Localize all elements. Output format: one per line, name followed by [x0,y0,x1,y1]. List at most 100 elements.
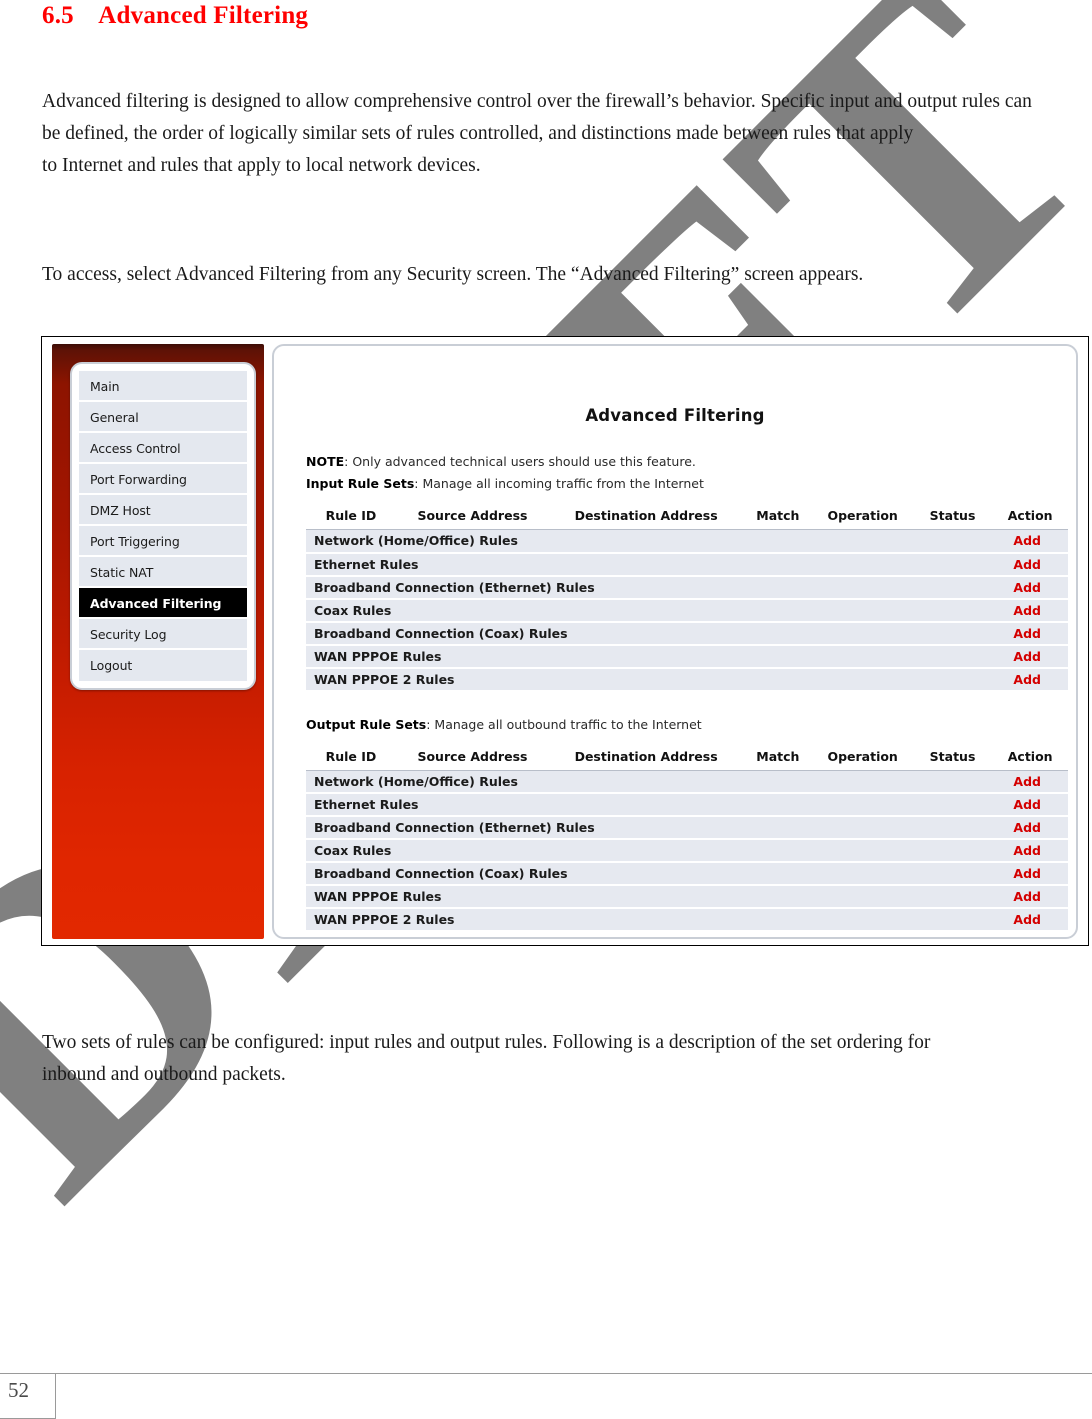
add-cell[interactable]: Add [992,667,1068,692]
paragraph-intro-body-cont: to Internet and rules that apply to loca… [42,155,481,176]
input-section-label: Input Rule Sets [306,476,415,491]
paragraph-rulesets: Two sets of rules can be configured: inp… [42,1027,972,1091]
column-header-source-address: Source Address [395,743,550,771]
paragraph-intro: Advanced filtering is designed to allow … [42,86,1032,182]
sidebar-item-label: Main [90,379,120,394]
output-section-label: Output Rule Sets [306,716,427,732]
add-cell[interactable]: Add [992,770,1068,794]
input-section-text: : Manage all incoming traffic from the I… [414,476,704,491]
add-link[interactable]: Add [1013,820,1041,835]
sidebar-item-advanced-filtering[interactable]: Advanced Filtering [79,588,247,619]
add-link[interactable]: Add [1013,626,1041,641]
footer-divider [56,1373,1092,1374]
sidebar-rail: Main General Access Control Port Forward… [52,344,264,939]
column-header-action: Action [992,743,1068,771]
add-link[interactable]: Add [1013,580,1041,595]
table-row: Network (Home/Office) Rules Add [306,770,1068,794]
table-header-row: Rule ID Source Address Destination Addre… [306,503,1068,530]
input-rule-sets-table: Rule ID Source Address Destination Addre… [306,503,1068,692]
rule-set-name: Network (Home/Office) Rules [306,770,993,794]
add-cell[interactable]: Add [992,862,1068,886]
add-link[interactable]: Add [1013,866,1041,881]
add-link[interactable]: Add [1013,649,1041,664]
rule-set-name: Ethernet Rules [306,552,993,577]
add-link[interactable]: Add [1013,774,1041,789]
table-row: WAN PPPOE Rules Add [306,885,1068,909]
add-cell[interactable]: Add [992,839,1068,863]
column-header-match: Match [743,503,813,530]
add-cell[interactable]: Add [992,644,1068,669]
table-row: Coax Rules Add [306,839,1068,863]
content-panel: Advanced Filtering NOTE: Only advanced t… [272,344,1078,939]
sidebar-item-port-forwarding[interactable]: Port Forwarding [79,464,247,495]
table-header-row: Rule ID Source Address Destination Addre… [306,743,1068,771]
output-table-body: Network (Home/Office) Rules Add Ethernet… [306,770,1068,932]
column-header-operation: Operation [812,503,913,530]
add-cell[interactable]: Add [992,816,1068,840]
table-row: Ethernet Rules Add [306,793,1068,817]
sidebar-item-access-control[interactable]: Access Control [79,433,247,464]
add-link[interactable]: Add [1013,672,1041,687]
table-row: Broadband Connection (Ethernet) Rules Ad… [306,816,1068,840]
rule-set-name: Broadband Connection (Coax) Rules [306,621,993,646]
column-header-match: Match [743,743,813,771]
screen-title: Advanced Filtering [585,406,765,425]
input-table-head: Rule ID Source Address Destination Addre… [306,503,1068,530]
add-link[interactable]: Add [1013,557,1041,572]
add-link[interactable]: Add [1013,533,1041,548]
rule-set-name: WAN PPPOE Rules [306,885,993,909]
sidebar-item-static-nat[interactable]: Static NAT [79,557,247,588]
note-label: NOTE [306,454,345,469]
sidebar-item-label: Port Triggering [90,534,180,549]
sidebar-item-port-triggering[interactable]: Port Triggering [79,526,247,557]
rule-set-name: WAN PPPOE Rules [306,644,993,669]
rule-set-name: Coax Rules [306,839,993,863]
rule-set-name: Coax Rules [306,598,993,623]
add-cell[interactable]: Add [992,529,1068,554]
add-link[interactable]: Add [1013,889,1041,904]
sidebar-item-main[interactable]: Main [79,371,247,402]
paragraph-rulesets-body: Two sets of rules can be configured: inp… [42,1032,931,1085]
column-header-action: Action [992,503,1068,530]
content-inner: Advanced Filtering NOTE: Only advanced t… [274,346,1076,937]
note-line: NOTE: Only advanced technical users shou… [306,451,1058,473]
column-header-status: Status [912,743,993,771]
output-rule-sets-table: Rule ID Source Address Destination Addre… [306,743,1068,932]
add-cell[interactable]: Add [992,575,1068,600]
table-row: Network (Home/Office) Rules Add [306,529,1068,554]
add-link[interactable]: Add [1013,603,1041,618]
table-row: WAN PPPOE Rules Add [306,644,1068,669]
add-cell[interactable]: Add [992,793,1068,817]
table-row: WAN PPPOE 2 Rules Add [306,667,1068,692]
sidebar-item-security-log[interactable]: Security Log [79,619,247,650]
sidebar-item-label: DMZ Host [90,503,151,518]
add-cell[interactable]: Add [992,598,1068,623]
add-link[interactable]: Add [1013,797,1041,812]
router-ui: Main General Access Control Port Forward… [46,341,1084,941]
column-header-operation: Operation [812,743,913,771]
page-title: 6.5 Advanced Filtering [42,2,308,30]
add-cell[interactable]: Add [992,885,1068,909]
add-link[interactable]: Add [1013,912,1041,927]
add-link[interactable]: Add [1013,843,1041,858]
column-header-source-address: Source Address [395,503,550,530]
add-cell[interactable]: Add [992,908,1068,932]
table-row: Broadband Connection (Ethernet) Rules Ad… [306,575,1068,600]
output-section-text: : Manage all outbound traffic to the Int… [426,716,702,732]
rule-set-name: Broadband Connection (Ethernet) Rules [306,575,993,600]
rule-set-name: WAN PPPOE 2 Rules [306,667,993,692]
sidebar-item-dmz-host[interactable]: DMZ Host [79,495,247,526]
add-cell[interactable]: Add [992,552,1068,577]
rule-set-name: Ethernet Rules [306,793,993,817]
add-cell[interactable]: Add [992,621,1068,646]
page-number: 52 [8,1378,29,1402]
sidebar-item-label: Security Log [90,627,167,642]
sidebar-item-general[interactable]: General [79,402,247,433]
sidebar-item-logout[interactable]: Logout [79,650,247,681]
table-row: Ethernet Rules Add [306,552,1068,577]
column-header-rule-id: Rule ID [306,743,396,771]
figure-advanced-filtering-screenshot: Main General Access Control Port Forward… [41,336,1089,946]
sidebar-item-label: Port Forwarding [90,472,187,487]
sidebar-item-label: General [90,410,139,425]
table-row: Coax Rules Add [306,598,1068,623]
